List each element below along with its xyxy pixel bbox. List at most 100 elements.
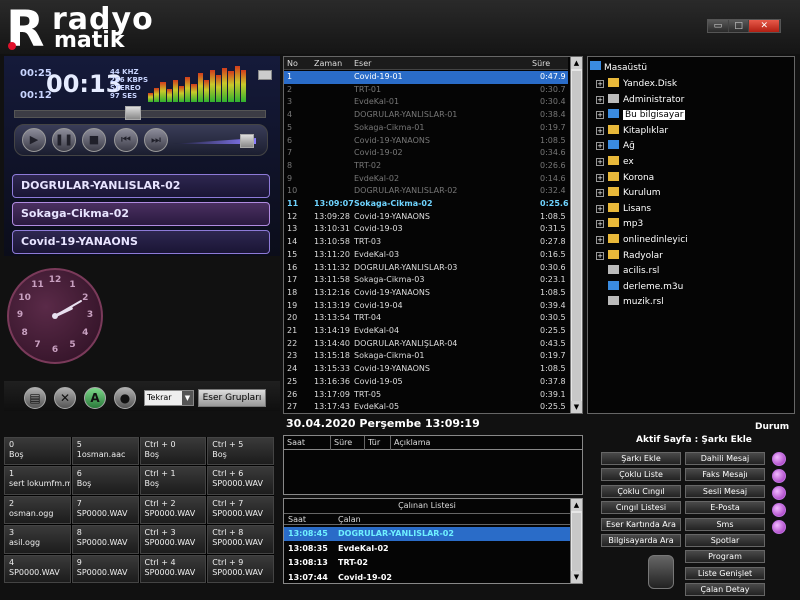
a-button[interactable]: A: [84, 387, 106, 409]
played-scrollbar[interactable]: ▲ ▼: [570, 499, 582, 583]
played-col-time[interactable]: Saat: [288, 514, 306, 525]
action-button[interactable]: E-Posta: [685, 501, 765, 515]
pause-button[interactable]: ❚❚: [52, 128, 76, 152]
playlist-row[interactable]: 6 Covid-19-YANAONS 1:08.5: [284, 135, 568, 148]
expand-icon[interactable]: +: [596, 95, 604, 104]
queue-item[interactable]: DOGRULAR-YANLISLAR-02: [12, 174, 270, 198]
playlist-row[interactable]: 19 13:13:19 Covid-19-04 0:39.4: [284, 300, 568, 313]
hotkey-slot[interactable]: 6 Boş: [71, 466, 139, 495]
playlist-row[interactable]: 2 TRT-01 0:30.7: [284, 84, 568, 97]
playlist-row[interactable]: 26 13:17:09 TRT-05 0:39.1: [284, 389, 568, 402]
playlist-row[interactable]: 9 EvdeKal-02 0:14.6: [284, 173, 568, 186]
playlist-row[interactable]: 1 Covid-19-01 0:47.9: [284, 71, 568, 84]
tree-item[interactable]: + Lisans: [596, 202, 651, 214]
chevron-down-icon[interactable]: ▼: [182, 391, 193, 405]
scroll-down-icon[interactable]: ▼: [571, 401, 582, 413]
queue-item[interactable]: Sokaga-Cikma-02: [12, 202, 270, 226]
playlist-row[interactable]: 14 13:10:58 TRT-03 0:27.8: [284, 236, 568, 249]
hotkey-slot[interactable]: Ctrl + 4 SP0000.WAV: [139, 554, 207, 583]
tree-item[interactable]: + Radyolar: [596, 249, 663, 261]
playlist-row[interactable]: 15 13:11:20 EvdeKal-03 0:16.5: [284, 249, 568, 262]
expand-icon[interactable]: +: [596, 236, 604, 244]
scroll-up-icon[interactable]: ▲: [571, 57, 582, 69]
col-time[interactable]: Zaman: [314, 57, 342, 70]
tools-button[interactable]: ✕: [54, 387, 76, 409]
tree-item[interactable]: + mp3: [596, 218, 643, 229]
col-duration[interactable]: Süre: [532, 57, 550, 70]
groups-button[interactable]: Eser Grupları: [198, 389, 266, 407]
action-button[interactable]: Faks Mesajı: [685, 468, 765, 482]
tree-item[interactable]: derleme.m3u: [596, 280, 683, 292]
action-button[interactable]: Eser Kartında Ara: [601, 517, 681, 531]
played-row[interactable]: 13:07:44 Covid-19-02: [284, 571, 570, 585]
hotkey-slot[interactable]: 0 Boş: [4, 437, 71, 466]
hotkey-slot[interactable]: Ctrl + 2 SP0000.WAV: [139, 495, 207, 525]
microphone-icon[interactable]: [648, 555, 674, 589]
hotkey-slot[interactable]: 9 SP0000.WAV: [71, 554, 139, 583]
scroll-thumb[interactable]: [572, 71, 581, 401]
close-button[interactable]: ✕: [749, 20, 781, 32]
playlist-row[interactable]: 5 Sokaga-Cikma-01 0:19.7: [284, 122, 568, 135]
playlist-row[interactable]: 10 DOGRULAR-YANLISLAR-02 0:32.4: [284, 185, 568, 198]
tree-item[interactable]: + Korona: [596, 171, 654, 183]
playlist-row[interactable]: 21 13:14:19 EvdeKal-04 0:25.5: [284, 325, 568, 338]
tree-item[interactable]: + onlinedinleyici: [596, 234, 688, 245]
expand-icon[interactable]: +: [596, 142, 604, 151]
log-col[interactable]: Açıklama: [390, 436, 430, 450]
tree-item[interactable]: + Bu bilgisayar: [596, 109, 686, 121]
tree-item[interactable]: + Kitaplıklar: [596, 124, 668, 136]
action-button[interactable]: Şarkı Ekle: [601, 452, 681, 465]
playlist-row[interactable]: 11 13:09:07 Sokaga-Cikma-02 0:25.6: [284, 198, 569, 211]
volume-knob[interactable]: [240, 134, 254, 148]
action-button[interactable]: Liste Genişlet: [685, 566, 765, 580]
expand-icon[interactable]: +: [596, 111, 604, 120]
queue-item[interactable]: Covid-19-YANAONS: [12, 230, 270, 254]
mini-window-icon[interactable]: [258, 70, 272, 80]
tree-item[interactable]: + Administrator: [596, 93, 684, 105]
playlist-row[interactable]: 18 13:12:16 Covid-19-YANAONS 1:08.5: [284, 287, 568, 300]
hotkey-slot[interactable]: Ctrl + 0 Boş: [139, 437, 207, 466]
col-no[interactable]: No: [287, 57, 298, 70]
hotkey-slot[interactable]: 8 SP0000.WAV: [71, 525, 139, 554]
playlist-row[interactable]: 7 Covid-19-02 0:34.6: [284, 147, 568, 160]
hotkey-slot[interactable]: 3 asil.ogg: [4, 525, 71, 554]
play-button[interactable]: ▶: [22, 128, 46, 152]
played-row[interactable]: 13:08:45 DOGRULAR-YANLISLAR-02: [284, 527, 570, 541]
hotkey-slot[interactable]: Ctrl + 1 Boş: [139, 466, 207, 495]
scroll-up-icon[interactable]: ▲: [571, 499, 582, 511]
action-button[interactable]: Çoklu Liste: [601, 468, 681, 482]
expand-icon[interactable]: +: [596, 189, 604, 198]
tree-item[interactable]: + ex: [596, 156, 634, 167]
tree-item[interactable]: acilis.rsl: [596, 265, 659, 276]
playlist-row[interactable]: 24 13:15:33 Covid-19-YANAONS 1:08.5: [284, 363, 568, 376]
action-button[interactable]: Spotlar: [685, 534, 765, 547]
log-col[interactable]: Süre: [330, 436, 352, 450]
expand-icon[interactable]: +: [596, 126, 604, 135]
playlist-row[interactable]: 25 13:16:36 Covid-19-05 0:37.8: [284, 376, 568, 389]
playlist-row[interactable]: 16 13:11:32 DOGRULAR-YANLISLAR-03 0:30.6: [284, 262, 568, 275]
playlist-row[interactable]: 13 13:10:31 Covid-19-03 0:31.5: [284, 223, 568, 236]
playlist-row[interactable]: 17 13:11:58 Sokaga-Cikma-03 0:23.1: [284, 274, 568, 287]
seek-knob[interactable]: [125, 106, 141, 120]
playlist-row[interactable]: 23 13:15:18 Sokaga-Cikma-01 0:19.7: [284, 350, 568, 363]
action-button[interactable]: Dahili Mesaj: [685, 452, 765, 465]
action-button[interactable]: Sesli Mesaj: [685, 484, 765, 498]
tree-item[interactable]: muzik.rsl: [596, 296, 664, 307]
scroll-down-icon[interactable]: ▼: [571, 571, 582, 583]
playlist-scrollbar[interactable]: ▲ ▼: [570, 57, 582, 413]
expand-icon[interactable]: +: [596, 158, 604, 166]
log-col[interactable]: Tür: [364, 436, 380, 450]
tree-item[interactable]: + Yandex.Disk: [596, 78, 677, 89]
hotkey-slot[interactable]: 5 1osman.aac: [71, 437, 139, 466]
scroll-thumb[interactable]: [572, 513, 581, 571]
log-col[interactable]: Saat: [284, 436, 305, 450]
action-button[interactable]: Cıngıl Listesi: [601, 501, 681, 515]
hotkey-slot[interactable]: Ctrl + 8 SP0000.WAV: [207, 525, 274, 554]
expand-icon[interactable]: +: [596, 251, 604, 260]
expand-icon[interactable]: +: [596, 173, 604, 182]
hotkey-slot[interactable]: Ctrl + 6 SP0000.WAV: [207, 466, 274, 495]
tree-item[interactable]: + Ağ: [596, 140, 635, 151]
action-button[interactable]: Çalan Detay: [685, 583, 765, 597]
hotkey-slot[interactable]: Ctrl + 7 SP0000.WAV: [207, 495, 274, 525]
playlist-row[interactable]: 12 13:09:28 Covid-19-YANAONS 1:08.5: [284, 211, 568, 224]
